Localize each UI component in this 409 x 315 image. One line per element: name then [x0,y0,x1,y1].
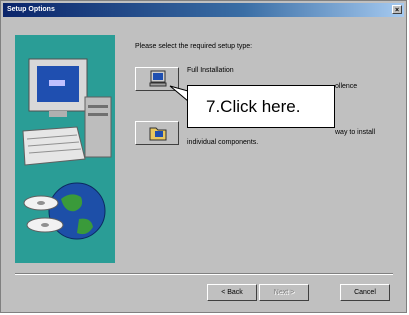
footer-separator [15,273,393,275]
title-bar: Setup Options × [3,3,404,17]
window-title: Setup Options [7,6,55,13]
setup-options-dialog: Setup Options × Please select the requir… [0,0,407,313]
folder-install-icon [149,127,167,141]
custom-installation-button[interactable] [135,121,179,145]
custom-installation-description: individual components. [187,139,259,146]
full-installation-label: Full Installation [187,67,234,74]
computer-globe-illustration [22,58,112,240]
close-button[interactable]: × [392,5,402,14]
callout-pointer [169,85,189,103]
computer-install-icon [149,70,167,87]
setup-type-prompt: Please select the required setup type: [135,43,253,50]
custom-installation-label-fragment: way to install [335,129,376,136]
setup-illustration [15,35,115,263]
back-button[interactable]: < Back [207,284,257,301]
full-installation-description: ollence [335,83,358,90]
cancel-button[interactable]: Cancel [340,284,390,301]
next-button[interactable]: Next > [259,284,309,301]
click-here-callout: 7.Click here. [187,85,335,128]
